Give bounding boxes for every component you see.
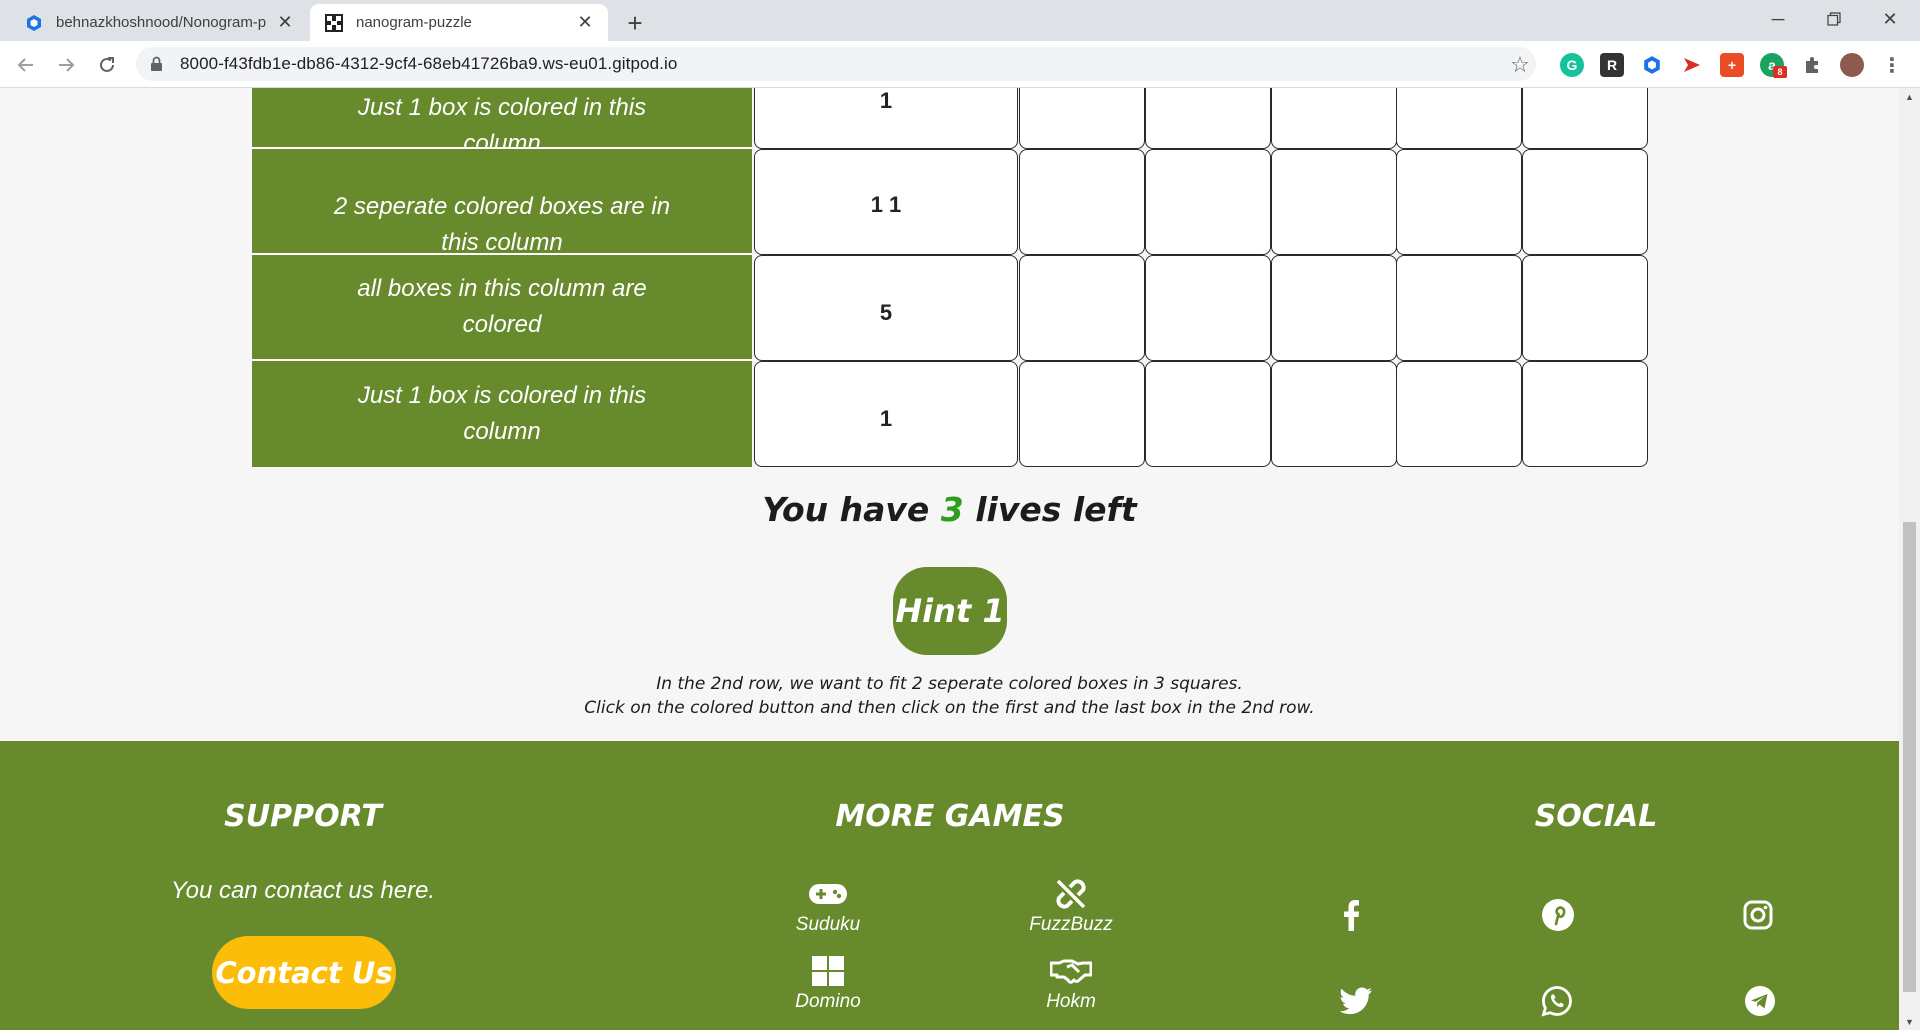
grid-box[interactable] [1522, 361, 1648, 467]
browser-tab-active[interactable]: nanogram-puzzle ✕ [310, 4, 608, 41]
extension-r-icon[interactable]: R [1600, 53, 1624, 77]
row-clue-text: 2 seperate colored boxes are in this col… [333, 193, 671, 255]
contact-us-button[interactable]: Contact Us [212, 936, 396, 1009]
grid-box[interactable] [1019, 255, 1145, 361]
url-text: 8000-f43fdb1e-db86-4312-9cf4-68eb41726ba… [180, 54, 678, 73]
game-label: Domino [795, 991, 861, 1012]
scroll-up-arrow-icon[interactable]: ▲ [1899, 88, 1920, 105]
grid-box[interactable] [1019, 149, 1145, 255]
forward-arrow-icon[interactable] [50, 49, 82, 81]
page-scrollbar[interactable]: ▲ ▼ [1899, 88, 1920, 1030]
row-clue-text: Just 1 box is colored in this column [357, 382, 647, 445]
social-title: SOCIAL [1534, 799, 1658, 834]
grid-squares-icon [748, 953, 908, 989]
browser-tab-bar: behnazkhoshnood/Nonogram-p ✕ nanogram-pu… [0, 0, 1920, 41]
grid-box[interactable] [1271, 149, 1397, 255]
broken-link-icon [991, 876, 1151, 912]
browser-toolbar: 8000-f43fdb1e-db86-4312-9cf4-68eb41726ba… [0, 41, 1920, 88]
new-tab-button[interactable]: + [620, 8, 650, 38]
grid-box[interactable] [1271, 88, 1397, 149]
browser-menu-icon[interactable]: ⋮ [1880, 53, 1904, 77]
gitpod-icon [24, 13, 44, 33]
reload-icon[interactable] [91, 49, 123, 81]
close-tab-icon[interactable]: ✕ [276, 12, 294, 32]
gamepad-icon [748, 876, 908, 912]
row-clue: all boxes in this column are colored [252, 255, 752, 361]
game-link-suduku[interactable]: Suduku [748, 876, 908, 936]
hint-button[interactable]: Hint 1 [893, 567, 1007, 655]
row-clue-text: Just 1 box is colored in this column [357, 94, 647, 149]
restore-icon[interactable] [1806, 0, 1862, 38]
grid-box[interactable] [1145, 149, 1271, 255]
game-label: Suduku [795, 914, 861, 935]
lock-icon [150, 56, 166, 72]
instagram-icon[interactable] [1738, 895, 1778, 935]
address-bar[interactable]: 8000-f43fdb1e-db86-4312-9cf4-68eb41726ba… [136, 47, 1536, 81]
support-title: SUPPORT [224, 799, 382, 834]
grammarly-icon[interactable]: G [1560, 53, 1584, 77]
game-link-hokm[interactable]: Hokm [991, 953, 1151, 1013]
more-games-title: MORE GAMES [835, 799, 1065, 834]
send-extension-icon[interactable] [1680, 53, 1704, 77]
gitpod-extension-icon[interactable] [1640, 53, 1664, 77]
grid-box[interactable] [1271, 255, 1397, 361]
grid-box[interactable] [1522, 255, 1648, 361]
grid-box[interactable] [1145, 255, 1271, 361]
close-tab-icon[interactable]: ✕ [576, 12, 594, 32]
minimize-icon[interactable]: ─ [1750, 0, 1806, 38]
footer: SUPPORT You can contact us here. Contact… [0, 741, 1899, 1030]
game-label: FuzzBuzz [1029, 914, 1113, 935]
scroll-down-arrow-icon[interactable]: ▼ [1899, 1013, 1920, 1030]
row-clue: 2 seperate colored boxes are in this col… [252, 149, 752, 255]
tab-title: nanogram-puzzle [356, 14, 472, 31]
handshake-icon [991, 953, 1151, 989]
lives-suffix: lives left [975, 490, 1137, 529]
profile-avatar[interactable] [1840, 53, 1864, 77]
telegram-icon[interactable] [1740, 981, 1780, 1021]
grid-box[interactable] [1145, 361, 1271, 467]
page-viewport: Just 1 box is colored in this column 1 2… [0, 88, 1899, 1030]
row-clue-number: 1 1 [754, 149, 1018, 255]
browser-tab[interactable]: behnazkhoshnood/Nonogram-p ✕ [10, 4, 308, 41]
grid-box[interactable] [1396, 88, 1522, 149]
back-arrow-icon[interactable] [10, 49, 42, 81]
lives-prefix: You have [762, 490, 930, 529]
hint-text-line2: Click on the colored button and then cli… [584, 698, 1315, 718]
scrollbar-thumb[interactable] [1903, 522, 1916, 992]
pinterest-icon[interactable] [1538, 895, 1578, 935]
grid-box[interactable] [1522, 88, 1648, 149]
row-clue-text: all boxes in this column are colored [357, 275, 647, 338]
grid-box[interactable] [1396, 361, 1522, 467]
row-clue: Just 1 box is colored in this column [252, 361, 752, 467]
tab-title: behnazkhoshnood/Nonogram-p [56, 14, 267, 31]
facebook-icon[interactable] [1331, 895, 1371, 935]
row-clue-number: 5 [754, 255, 1018, 361]
grid-box[interactable] [1396, 149, 1522, 255]
puzzle-favicon-icon [324, 13, 344, 33]
extension-plus-icon[interactable]: + [1720, 53, 1744, 77]
lives-counter: You have 3 lives left [0, 490, 1899, 529]
grid-box[interactable] [1145, 88, 1271, 149]
row-clue-number: 1 [754, 88, 1018, 149]
hint-text-line1: In the 2nd row, we want to fit 2 seperat… [656, 674, 1243, 694]
grid-box[interactable] [1396, 255, 1522, 361]
twitter-icon[interactable] [1336, 981, 1376, 1021]
grid-box[interactable] [1019, 88, 1145, 149]
whatsapp-icon[interactable] [1537, 981, 1577, 1021]
extension-a-icon[interactable]: a 8 [1760, 53, 1787, 78]
grid-box[interactable] [1019, 361, 1145, 467]
extensions-puzzle-icon[interactable] [1800, 53, 1824, 77]
game-label: Hokm [1046, 991, 1096, 1012]
grid-box[interactable] [1271, 361, 1397, 467]
support-text: You can contact us here. [170, 877, 436, 904]
game-link-fuzzbuzz[interactable]: FuzzBuzz [991, 876, 1151, 936]
game-link-domino[interactable]: Domino [748, 953, 908, 1013]
row-clue-number: 1 [754, 361, 1018, 467]
extension-badge: 8 [1773, 66, 1787, 78]
lives-count: 3 [940, 490, 964, 529]
close-window-icon[interactable]: ✕ [1862, 0, 1918, 38]
grid-box[interactable] [1522, 149, 1648, 255]
row-clue: Just 1 box is colored in this column [252, 88, 752, 149]
bookmark-star-icon[interactable]: ☆ [1508, 52, 1532, 77]
